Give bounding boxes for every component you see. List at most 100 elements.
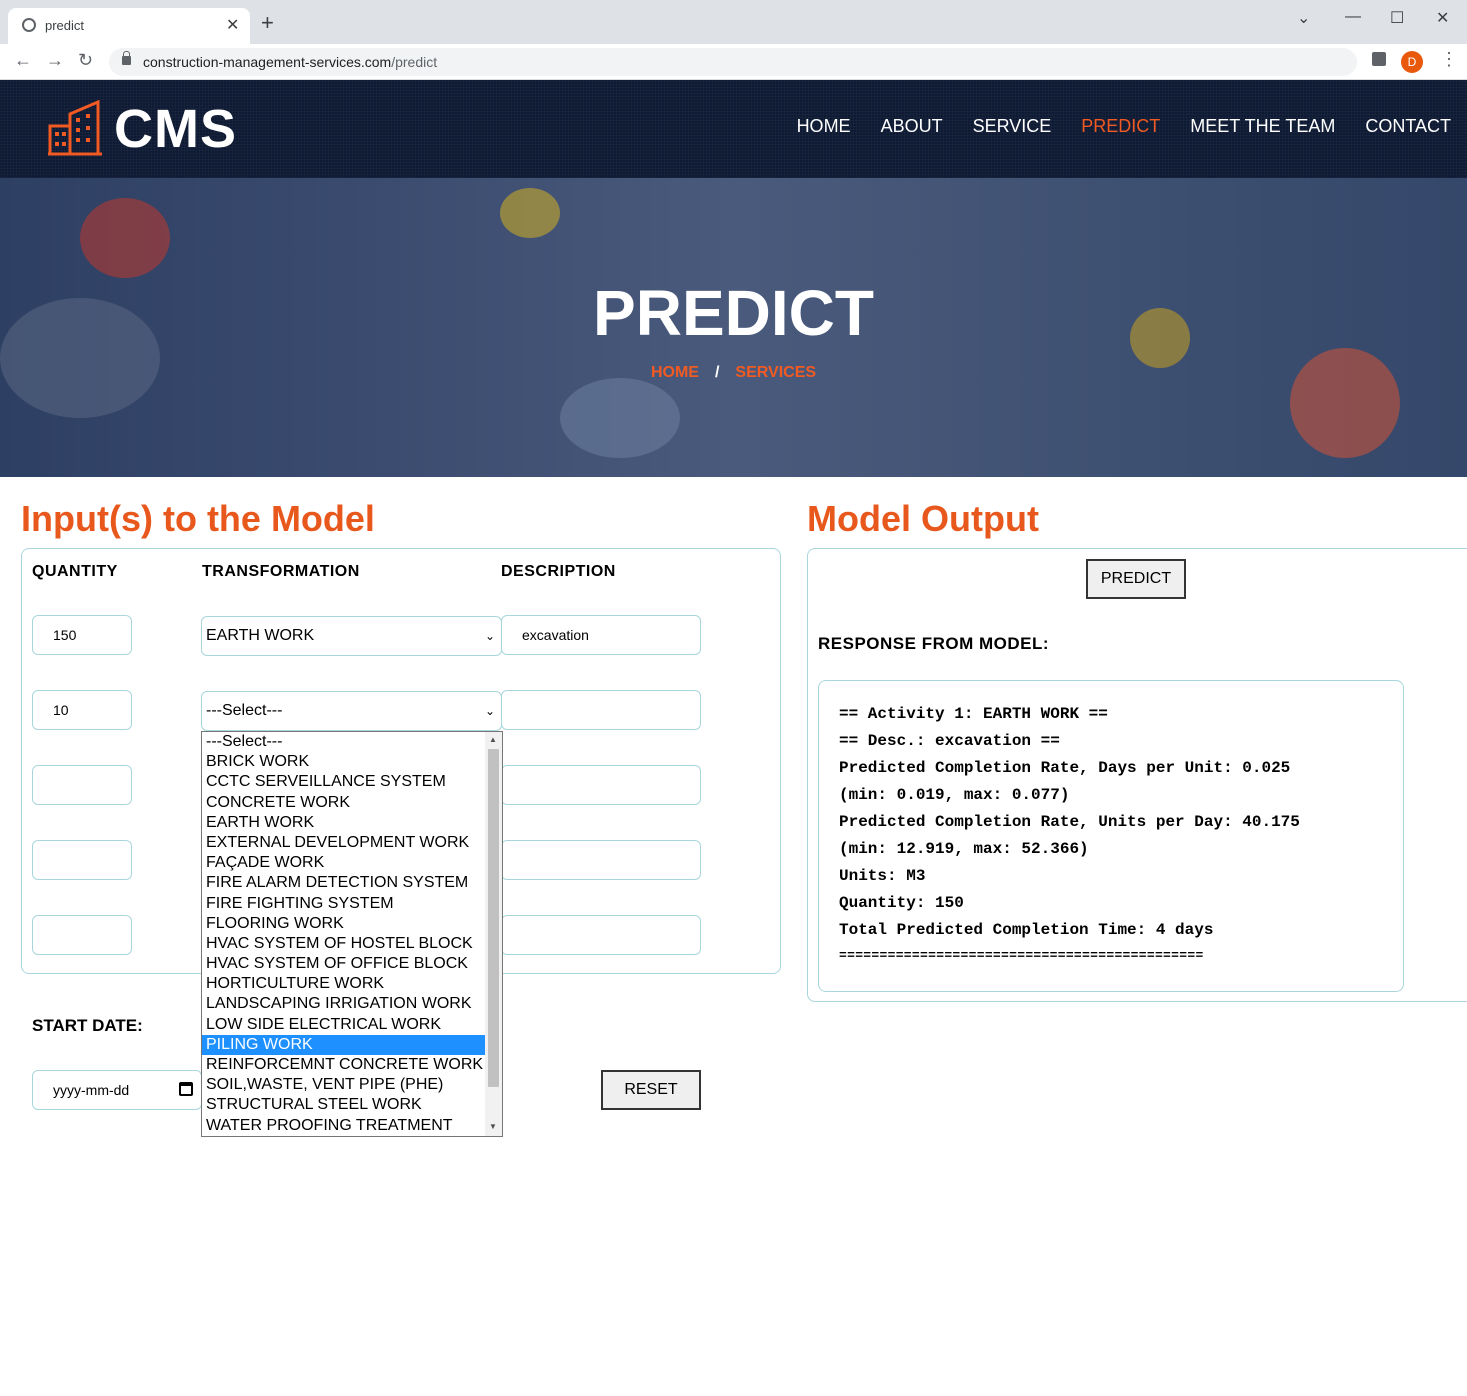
response-line: Quantity: 150 (839, 894, 964, 912)
nav-service[interactable]: SERVICE (973, 116, 1052, 137)
transformation-select[interactable]: ---Select--- ⌄ (201, 691, 502, 731)
dropdown-option[interactable]: REINFORCEMNT CONCRETE WORK (202, 1055, 486, 1075)
nav-meet-the-team[interactable]: MEET THE TEAM (1190, 116, 1335, 137)
quantity-header: QUANTITY (32, 563, 118, 580)
response-line: == Desc.: excavation == (839, 732, 1060, 750)
dropdown-option[interactable]: SOIL,WASTE, VENT PIPE (PHE) (202, 1075, 486, 1095)
breadcrumb-services[interactable]: SERVICES (735, 364, 816, 381)
description-header: DESCRIPTION (501, 563, 616, 580)
new-tab-icon[interactable]: + (261, 12, 274, 34)
quantity-input[interactable]: 10 (32, 690, 132, 730)
output-section-title: Model Output (807, 498, 1039, 539)
response-line: (min: 0.019, max: 0.077) (839, 786, 1070, 804)
response-line: Predicted Completion Rate, Units per Day… (839, 813, 1300, 831)
back-icon[interactable]: ← (14, 50, 32, 71)
date-placeholder: yyyy-mm-dd (53, 1082, 130, 1098)
main-nav: HOME ABOUT SERVICE PREDICT MEET THE TEAM… (797, 116, 1451, 137)
dropdown-option[interactable]: FLOORING WORK (202, 914, 486, 934)
breadcrumb-home[interactable]: HOME (651, 364, 699, 381)
response-box: == Activity 1: EARTH WORK == == Desc.: e… (818, 680, 1404, 992)
transformation-header: TRANSFORMATION (202, 563, 360, 580)
hero-banner: PREDICT HOME / SERVICES (0, 178, 1467, 477)
forward-icon[interactable]: → (46, 50, 64, 71)
quantity-input[interactable] (32, 915, 132, 955)
description-input[interactable]: excavation (501, 615, 701, 655)
nav-home[interactable]: HOME (797, 116, 851, 137)
window-close-icon[interactable]: ✕ (1436, 8, 1449, 28)
dropdown-option[interactable]: CONCRETE WORK (202, 793, 486, 813)
reload-icon[interactable]: ↻ (78, 50, 93, 71)
predict-button[interactable]: PREDICT (1086, 559, 1186, 599)
dropdown-option[interactable]: LANDSCAPING IRRIGATION WORK (202, 994, 486, 1014)
chevron-down-icon: ⌄ (484, 629, 495, 643)
nav-predict[interactable]: PREDICT (1081, 116, 1160, 137)
dropdown-option[interactable]: HVAC SYSTEM OF HOSTEL BLOCK (202, 934, 486, 954)
hero-photo-figure (80, 198, 170, 278)
quantity-input[interactable] (32, 840, 132, 880)
hero-photo-figure (560, 378, 680, 458)
dropdown-option[interactable]: STRUCTURAL STEEL WORK (202, 1095, 486, 1115)
menu-icon[interactable]: ⋮ (1440, 49, 1458, 70)
response-line: (min: 12.919, max: 52.366) (839, 840, 1089, 858)
quantity-input[interactable]: 150 (32, 615, 132, 655)
close-tab-icon[interactable]: ✕ (226, 15, 239, 35)
hero-photo-figure (500, 188, 560, 238)
dropdown-option[interactable]: ---Select--- (202, 732, 486, 752)
quantity-input[interactable] (32, 765, 132, 805)
response-line: == Activity 1: EARTH WORK == (839, 705, 1108, 723)
logo-text[interactable]: CMS (114, 98, 237, 160)
dropdown-option-highlighted[interactable]: PILING WORK (202, 1035, 486, 1055)
scroll-up-icon[interactable]: ▲ (489, 735, 497, 744)
dropdown-option[interactable]: HORTICULTURE WORK (202, 974, 486, 994)
breadcrumb: HOME / SERVICES (0, 364, 1467, 382)
building-logo-icon[interactable] (48, 100, 102, 156)
dropdown-option[interactable]: HVAC SYSTEM OF OFFICE BLOCK (202, 954, 486, 974)
minimize-icon[interactable]: — (1345, 8, 1361, 26)
transformation-dropdown-list[interactable]: ---Select--- BRICK WORK CCTC SERVEILLANC… (201, 731, 503, 1137)
tab-search-icon[interactable]: ⌄ (1297, 8, 1310, 28)
address-bar[interactable]: construction-management-services.com/pre… (109, 48, 1357, 76)
calendar-icon[interactable] (179, 1082, 193, 1096)
transformation-select-value: EARTH WORK (206, 627, 315, 644)
response-label: RESPONSE FROM MODEL: (818, 634, 1050, 653)
browser-tab[interactable]: predict ✕ (8, 8, 250, 44)
dropdown-option[interactable]: LOW SIDE ELECTRICAL WORK (202, 1015, 486, 1035)
dropdown-option[interactable]: EXTERNAL DEVELOPMENT WORK (202, 833, 486, 853)
description-input[interactable] (501, 765, 701, 805)
dropdown-option[interactable]: FIRE FIGHTING SYSTEM (202, 894, 486, 914)
chevron-down-icon: ⌄ (484, 704, 495, 718)
description-input[interactable] (501, 690, 701, 730)
dropdown-scrollbar[interactable]: ▲ ▼ (485, 732, 502, 1136)
response-line: Total Predicted Completion Time: 4 days (839, 921, 1214, 939)
description-input[interactable] (501, 840, 701, 880)
reset-button[interactable]: RESET (601, 1070, 701, 1110)
profile-avatar[interactable]: D (1401, 51, 1423, 73)
nav-contact[interactable]: CONTACT (1365, 116, 1451, 137)
scroll-down-icon[interactable]: ▼ (489, 1122, 497, 1131)
site-header: CMS HOME ABOUT SERVICE PREDICT MEET THE … (0, 80, 1467, 178)
extensions-icon[interactable] (1372, 52, 1386, 66)
dropdown-option[interactable]: FAÇADE WORK (202, 853, 486, 873)
page-title: PREDICT (593, 277, 874, 349)
nav-about[interactable]: ABOUT (881, 116, 943, 137)
transformation-select[interactable]: EARTH WORK ⌄ (201, 616, 502, 656)
start-date-label: START DATE: (32, 1016, 143, 1035)
maximize-icon[interactable]: ☐ (1390, 8, 1404, 28)
response-line: ========================================… (839, 948, 1204, 963)
scrollbar-thumb[interactable] (488, 749, 499, 1087)
start-date-input[interactable]: yyyy-mm-dd (32, 1070, 202, 1110)
url-text: construction-management-services.com/pre… (143, 54, 438, 70)
dropdown-option[interactable]: FIRE ALARM DETECTION SYSTEM (202, 873, 486, 893)
response-line: Predicted Completion Rate, Days per Unit… (839, 759, 1291, 777)
dropdown-option[interactable]: WATER PROOFING TREATMENT (202, 1116, 486, 1136)
lock-icon (122, 51, 131, 65)
browser-toolbar: ← → ↻ construction-management-services.c… (0, 44, 1467, 80)
description-input[interactable] (501, 915, 701, 955)
dropdown-option[interactable]: CCTC SERVEILLANCE SYSTEM (202, 772, 486, 792)
dropdown-option[interactable]: BRICK WORK (202, 752, 486, 772)
dropdown-option[interactable]: EARTH WORK (202, 813, 486, 833)
transformation-select-value: ---Select--- (206, 702, 283, 719)
browser-tab-bar: predict ✕ + ⌄ — ☐ ✕ (0, 0, 1467, 44)
inputs-section-title: Input(s) to the Model (21, 498, 375, 539)
tab-title: predict (45, 18, 85, 33)
